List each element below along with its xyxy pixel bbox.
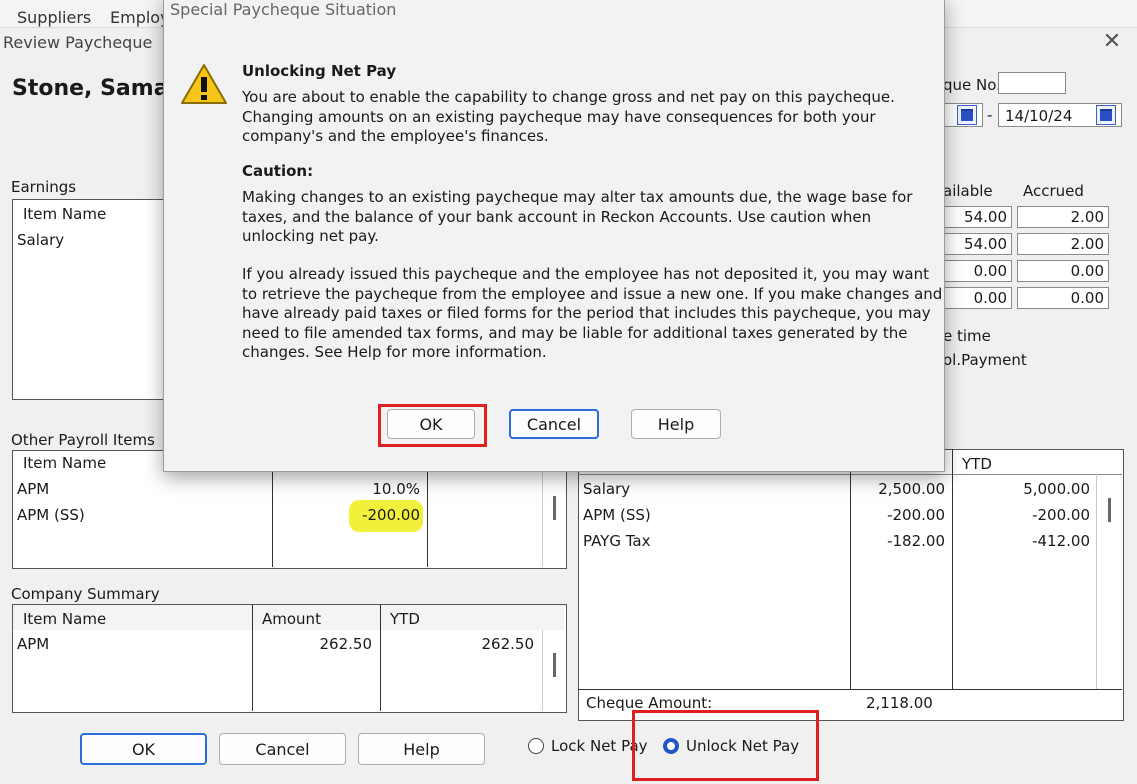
leave-note-time: e time (943, 327, 991, 345)
earnings-table (12, 199, 169, 400)
menu-employees[interactable]: Employ (110, 8, 170, 27)
table-row[interactable]: Salary (17, 231, 64, 249)
summary-col-ytd: YTD (962, 455, 992, 473)
cs-col-amount: Amount (262, 610, 321, 628)
menu-suppliers[interactable]: Suppliers (17, 8, 91, 27)
scrollbar-thumb[interactable] (1108, 498, 1111, 522)
company-summary-label: Company Summary (11, 585, 160, 603)
text-line: Changing amounts on an existing paychequ… (242, 107, 876, 126)
text-line: unlocking net pay. (242, 227, 379, 245)
dialog-intro-text: You are about to enable the capability t… (242, 88, 895, 147)
opi-row-name[interactable]: APM (SS) (17, 506, 85, 524)
col-available: ailable (943, 182, 993, 200)
leave-accrued-field[interactable]: 2.00 (1017, 233, 1109, 255)
summary-row-ytd[interactable]: 5,000.00 (960, 480, 1090, 498)
summary-row-ytd[interactable]: -200.00 (960, 506, 1090, 524)
ok-button[interactable]: OK (80, 733, 207, 765)
text-line: You are about to enable the capability t… (242, 88, 895, 106)
text-line: If you already issued this paycheque and… (242, 265, 929, 283)
cancel-button[interactable]: Cancel (219, 733, 346, 765)
leave-available-field[interactable]: 54.00 (943, 206, 1012, 228)
col-accrued: Accrued (1023, 182, 1084, 200)
window-title: Review Paycheque (3, 33, 153, 52)
summary-row-current[interactable]: 2,500.00 (852, 480, 945, 498)
issued-text: If you already issued this paycheque and… (242, 265, 942, 363)
leave-accrued-field[interactable]: 0.00 (1017, 260, 1109, 282)
dialog-cancel-button[interactable]: Cancel (509, 409, 599, 439)
other-payroll-items-label: Other Payroll Items (11, 431, 155, 449)
earnings-col-item-name: Item Name (23, 205, 107, 223)
help-button[interactable]: Help (358, 733, 485, 765)
period-separator: - (987, 106, 993, 124)
scrollbar-track (542, 630, 543, 711)
calendar-icon[interactable] (1096, 105, 1116, 125)
unlock-net-pay-radio[interactable] (663, 738, 679, 754)
summary-row-current[interactable]: -200.00 (852, 506, 945, 524)
leave-available-field[interactable]: 0.00 (943, 260, 1012, 282)
leave-accrued-field[interactable]: 2.00 (1017, 206, 1109, 228)
column-divider (380, 604, 381, 711)
leave-note-payment: ol.Payment (943, 351, 1027, 369)
opi-col-item-name: Item Name (23, 454, 107, 472)
text-line: changes. See Help for more information. (242, 343, 547, 361)
dialog-ok-button[interactable]: OK (387, 409, 475, 439)
period-end-value: 14/10/24 (1005, 107, 1073, 125)
opi-row-rate[interactable]: -200.00 (350, 506, 420, 524)
text-line: need to file amended tax forms, and may … (242, 323, 908, 342)
dialog-title: Special Paycheque Situation (170, 0, 397, 19)
unlock-net-pay-label[interactable]: Unlock Net Pay (686, 737, 799, 755)
caution-text: Making changes to an existing paycheque … (242, 188, 912, 247)
cheque-amount-value: 2,118.00 (866, 694, 933, 712)
cs-row-amount[interactable]: 262.50 (290, 635, 373, 653)
opi-row-name[interactable]: APM (17, 480, 49, 498)
cs-row-ytd[interactable]: 262.50 (450, 635, 535, 653)
text-line: have already paid taxes or filed forms f… (242, 304, 931, 322)
dialog-help-button[interactable]: Help (631, 409, 721, 439)
caution-heading: Caution: (242, 162, 314, 180)
calendar-icon[interactable] (957, 105, 977, 125)
scrollbar-thumb[interactable] (553, 496, 556, 520)
warning-icon (180, 62, 228, 106)
lock-net-pay-radio[interactable] (528, 738, 544, 754)
earnings-label: Earnings (11, 178, 77, 196)
summary-row-name[interactable]: APM (SS) (583, 506, 783, 524)
scrollbar-thumb[interactable] (553, 653, 556, 677)
total-divider (578, 689, 1122, 690)
text-line: taxes, and the balance of your bank acco… (242, 207, 872, 226)
scrollbar-track (1096, 474, 1097, 689)
summary-row-current[interactable]: -182.00 (852, 532, 945, 550)
close-icon[interactable]: ✕ (1100, 30, 1124, 54)
cheque-no-input[interactable] (998, 72, 1066, 94)
cs-col-item-name: Item Name (23, 610, 107, 628)
cheque-no-label: que No. (943, 76, 1001, 94)
cs-col-ytd: YTD (390, 610, 420, 628)
column-divider (952, 449, 953, 689)
opi-row-rate[interactable]: 10.0% (350, 480, 420, 498)
text-line: company's and the employee's finances. (242, 127, 549, 145)
employee-name: Stone, Sama (12, 76, 169, 101)
leave-accrued-field[interactable]: 0.00 (1017, 287, 1109, 309)
summary-row-ytd[interactable]: -412.00 (960, 532, 1090, 550)
summary-row-name[interactable]: Salary (583, 480, 783, 498)
summary-row-name[interactable]: PAYG Tax (583, 532, 783, 550)
column-divider (850, 449, 851, 689)
dialog-heading: Unlocking Net Pay (242, 62, 397, 80)
leave-available-field[interactable]: 0.00 (943, 287, 1012, 309)
text-line: Making changes to an existing paycheque … (242, 188, 913, 206)
column-divider (252, 604, 253, 711)
cs-row-name[interactable]: APM (17, 635, 49, 653)
leave-available-field[interactable]: 54.00 (943, 233, 1012, 255)
text-line: to retrieve the paycheque from the emplo… (242, 284, 943, 303)
